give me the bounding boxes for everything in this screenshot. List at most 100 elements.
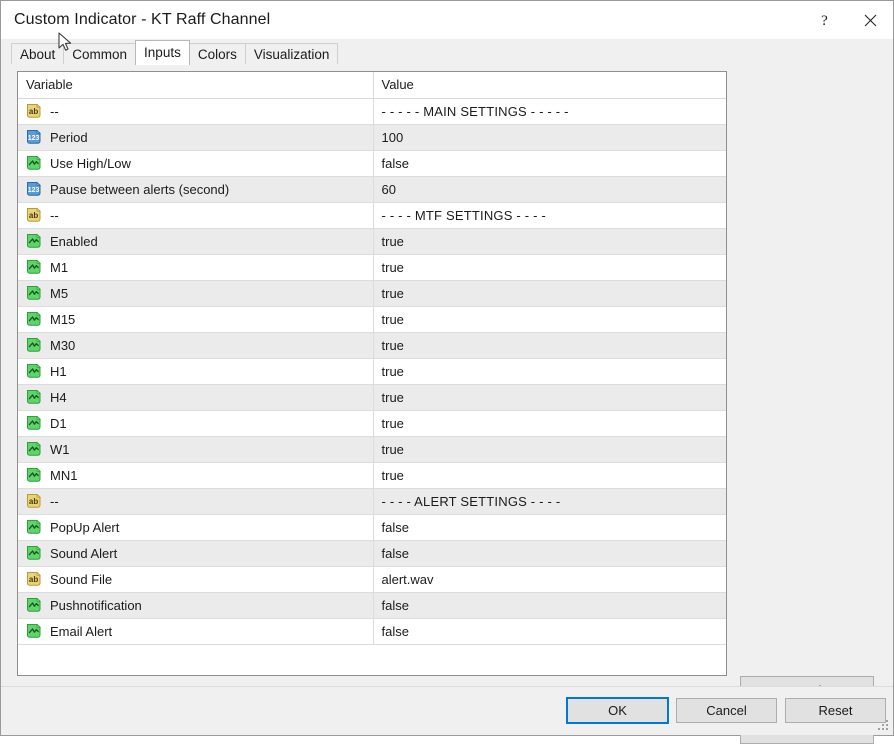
- variable-cell[interactable]: M5: [18, 280, 373, 307]
- table-row[interactable]: 123 Pause between alerts (second) 60: [18, 176, 726, 203]
- value-cell[interactable]: 60: [372, 176, 726, 203]
- value-cell[interactable]: false: [372, 540, 726, 567]
- cancel-button[interactable]: Cancel: [676, 698, 777, 723]
- tab-colors[interactable]: Colors: [188, 43, 246, 65]
- variable-label: Email Alert: [50, 623, 113, 639]
- value-cell[interactable]: false: [372, 592, 726, 619]
- value-cell[interactable]: - - - - ALERT SETTINGS - - - -: [372, 488, 726, 515]
- variable-cell[interactable]: Sound Alert: [18, 540, 373, 567]
- table-row[interactable]: W1 true: [18, 436, 726, 463]
- variable-cell[interactable]: H4: [18, 384, 373, 411]
- variable-cell[interactable]: Enabled: [18, 228, 373, 255]
- column-header-variable[interactable]: Variable: [18, 72, 373, 99]
- table-row[interactable]: ab -- - - - - ALERT SETTINGS - - - -: [18, 488, 726, 515]
- variable-cell[interactable]: ab --: [18, 98, 373, 125]
- bool-type-icon: [26, 259, 42, 275]
- variable-label: --: [50, 103, 59, 119]
- variable-cell[interactable]: H1: [18, 358, 373, 385]
- table-row[interactable]: Pushnotification false: [18, 592, 726, 619]
- variable-cell[interactable]: W1: [18, 436, 373, 463]
- value-cell[interactable]: true: [372, 280, 726, 307]
- variable-cell[interactable]: D1: [18, 410, 373, 437]
- table-row[interactable]: H1 true: [18, 358, 726, 385]
- value-cell[interactable]: - - - - - MAIN SETTINGS - - - - -: [372, 98, 726, 125]
- value-cell[interactable]: - - - - MTF SETTINGS - - - -: [372, 202, 726, 229]
- table-row[interactable]: MN1 true: [18, 462, 726, 489]
- value-cell[interactable]: true: [372, 384, 726, 411]
- variable-cell[interactable]: ab Sound File: [18, 566, 373, 593]
- variable-label: Pause between alerts (second): [50, 181, 230, 197]
- table-row[interactable]: H4 true: [18, 384, 726, 411]
- variable-cell[interactable]: M1: [18, 254, 373, 281]
- svg-text:123: 123: [28, 135, 40, 142]
- tab-about[interactable]: About: [11, 43, 65, 65]
- table-row[interactable]: M5 true: [18, 280, 726, 307]
- table-row[interactable]: PopUp Alert false: [18, 514, 726, 541]
- reset-button[interactable]: Reset: [785, 698, 886, 723]
- value-cell[interactable]: true: [372, 306, 726, 333]
- table-row[interactable]: Email Alert false: [18, 618, 726, 645]
- table-row[interactable]: M15 true: [18, 306, 726, 333]
- value-cell[interactable]: true: [372, 436, 726, 463]
- bool-type-icon: [26, 389, 42, 405]
- table-row[interactable]: D1 true: [18, 410, 726, 437]
- table-row[interactable]: Use High/Low false: [18, 150, 726, 177]
- variable-label: H4: [50, 389, 67, 405]
- value-cell[interactable]: true: [372, 462, 726, 489]
- header-row: Variable Value: [18, 72, 726, 99]
- value-cell[interactable]: alert.wav: [372, 566, 726, 593]
- bool-type-icon: [26, 597, 42, 613]
- variable-cell[interactable]: ab --: [18, 488, 373, 515]
- value-cell[interactable]: false: [372, 150, 726, 177]
- ok-button[interactable]: OK: [566, 697, 669, 724]
- value-cell[interactable]: false: [372, 618, 726, 645]
- bool-type-icon: [26, 467, 42, 483]
- tab-inputs[interactable]: Inputs: [135, 40, 190, 65]
- variable-cell[interactable]: MN1: [18, 462, 373, 489]
- variable-label: Sound Alert: [50, 545, 118, 561]
- table-row[interactable]: Enabled true: [18, 228, 726, 255]
- value-cell[interactable]: true: [372, 254, 726, 281]
- value-cell[interactable]: true: [372, 332, 726, 359]
- table-row[interactable]: M30 true: [18, 332, 726, 359]
- variable-cell[interactable]: 123 Period: [18, 124, 373, 151]
- value-cell[interactable]: 100: [372, 124, 726, 151]
- table-row[interactable]: 123 Period 100: [18, 124, 726, 151]
- value-cell[interactable]: true: [372, 358, 726, 385]
- variable-label: Pushnotification: [50, 597, 142, 613]
- variable-cell[interactable]: M15: [18, 306, 373, 333]
- window-title: Custom Indicator - KT Raff Channel: [14, 11, 271, 28]
- bool-type-icon: [27, 337, 42, 352]
- value-cell[interactable]: false: [372, 514, 726, 541]
- bool-type-icon: [27, 597, 42, 612]
- variable-cell[interactable]: Pushnotification: [18, 592, 373, 619]
- inputs-table-container[interactable]: Variable Value ab -- - - - - - MAIN SETTIN…: [17, 71, 727, 676]
- resize-grip[interactable]: [878, 720, 890, 732]
- table-row[interactable]: Sound Alert false: [18, 540, 726, 567]
- svg-text:ab: ab: [29, 575, 38, 584]
- table-row[interactable]: ab -- - - - - MTF SETTINGS - - - -: [18, 202, 726, 229]
- table-row[interactable]: ab -- - - - - - MAIN SETTINGS - - - - -: [18, 98, 726, 125]
- bool-type-icon: [27, 233, 42, 248]
- help-button[interactable]: ?: [801, 1, 847, 39]
- number-type-icon: 123: [26, 129, 42, 145]
- bool-type-icon: [26, 545, 42, 561]
- value-text: true: [381, 467, 404, 483]
- table-row[interactable]: M1 true: [18, 254, 726, 281]
- variable-cell[interactable]: M30: [18, 332, 373, 359]
- tab-common[interactable]: Common: [63, 43, 137, 65]
- variable-cell[interactable]: PopUp Alert: [18, 514, 373, 541]
- column-header-value[interactable]: Value: [372, 72, 726, 99]
- close-button[interactable]: [847, 1, 893, 39]
- tab-visualization[interactable]: Visualization: [244, 43, 339, 65]
- variable-cell[interactable]: Email Alert: [18, 618, 373, 645]
- value-cell[interactable]: true: [372, 228, 726, 255]
- table-row[interactable]: ab Sound File alert.wav: [18, 566, 726, 593]
- value-text: alert.wav: [381, 571, 434, 587]
- value-cell[interactable]: true: [372, 410, 726, 437]
- bool-type-icon: [27, 363, 42, 378]
- variable-cell[interactable]: Use High/Low: [18, 150, 373, 177]
- variable-cell[interactable]: 123 Pause between alerts (second): [18, 176, 373, 203]
- variable-cell[interactable]: ab --: [18, 202, 373, 229]
- variable-label: H1: [50, 363, 67, 379]
